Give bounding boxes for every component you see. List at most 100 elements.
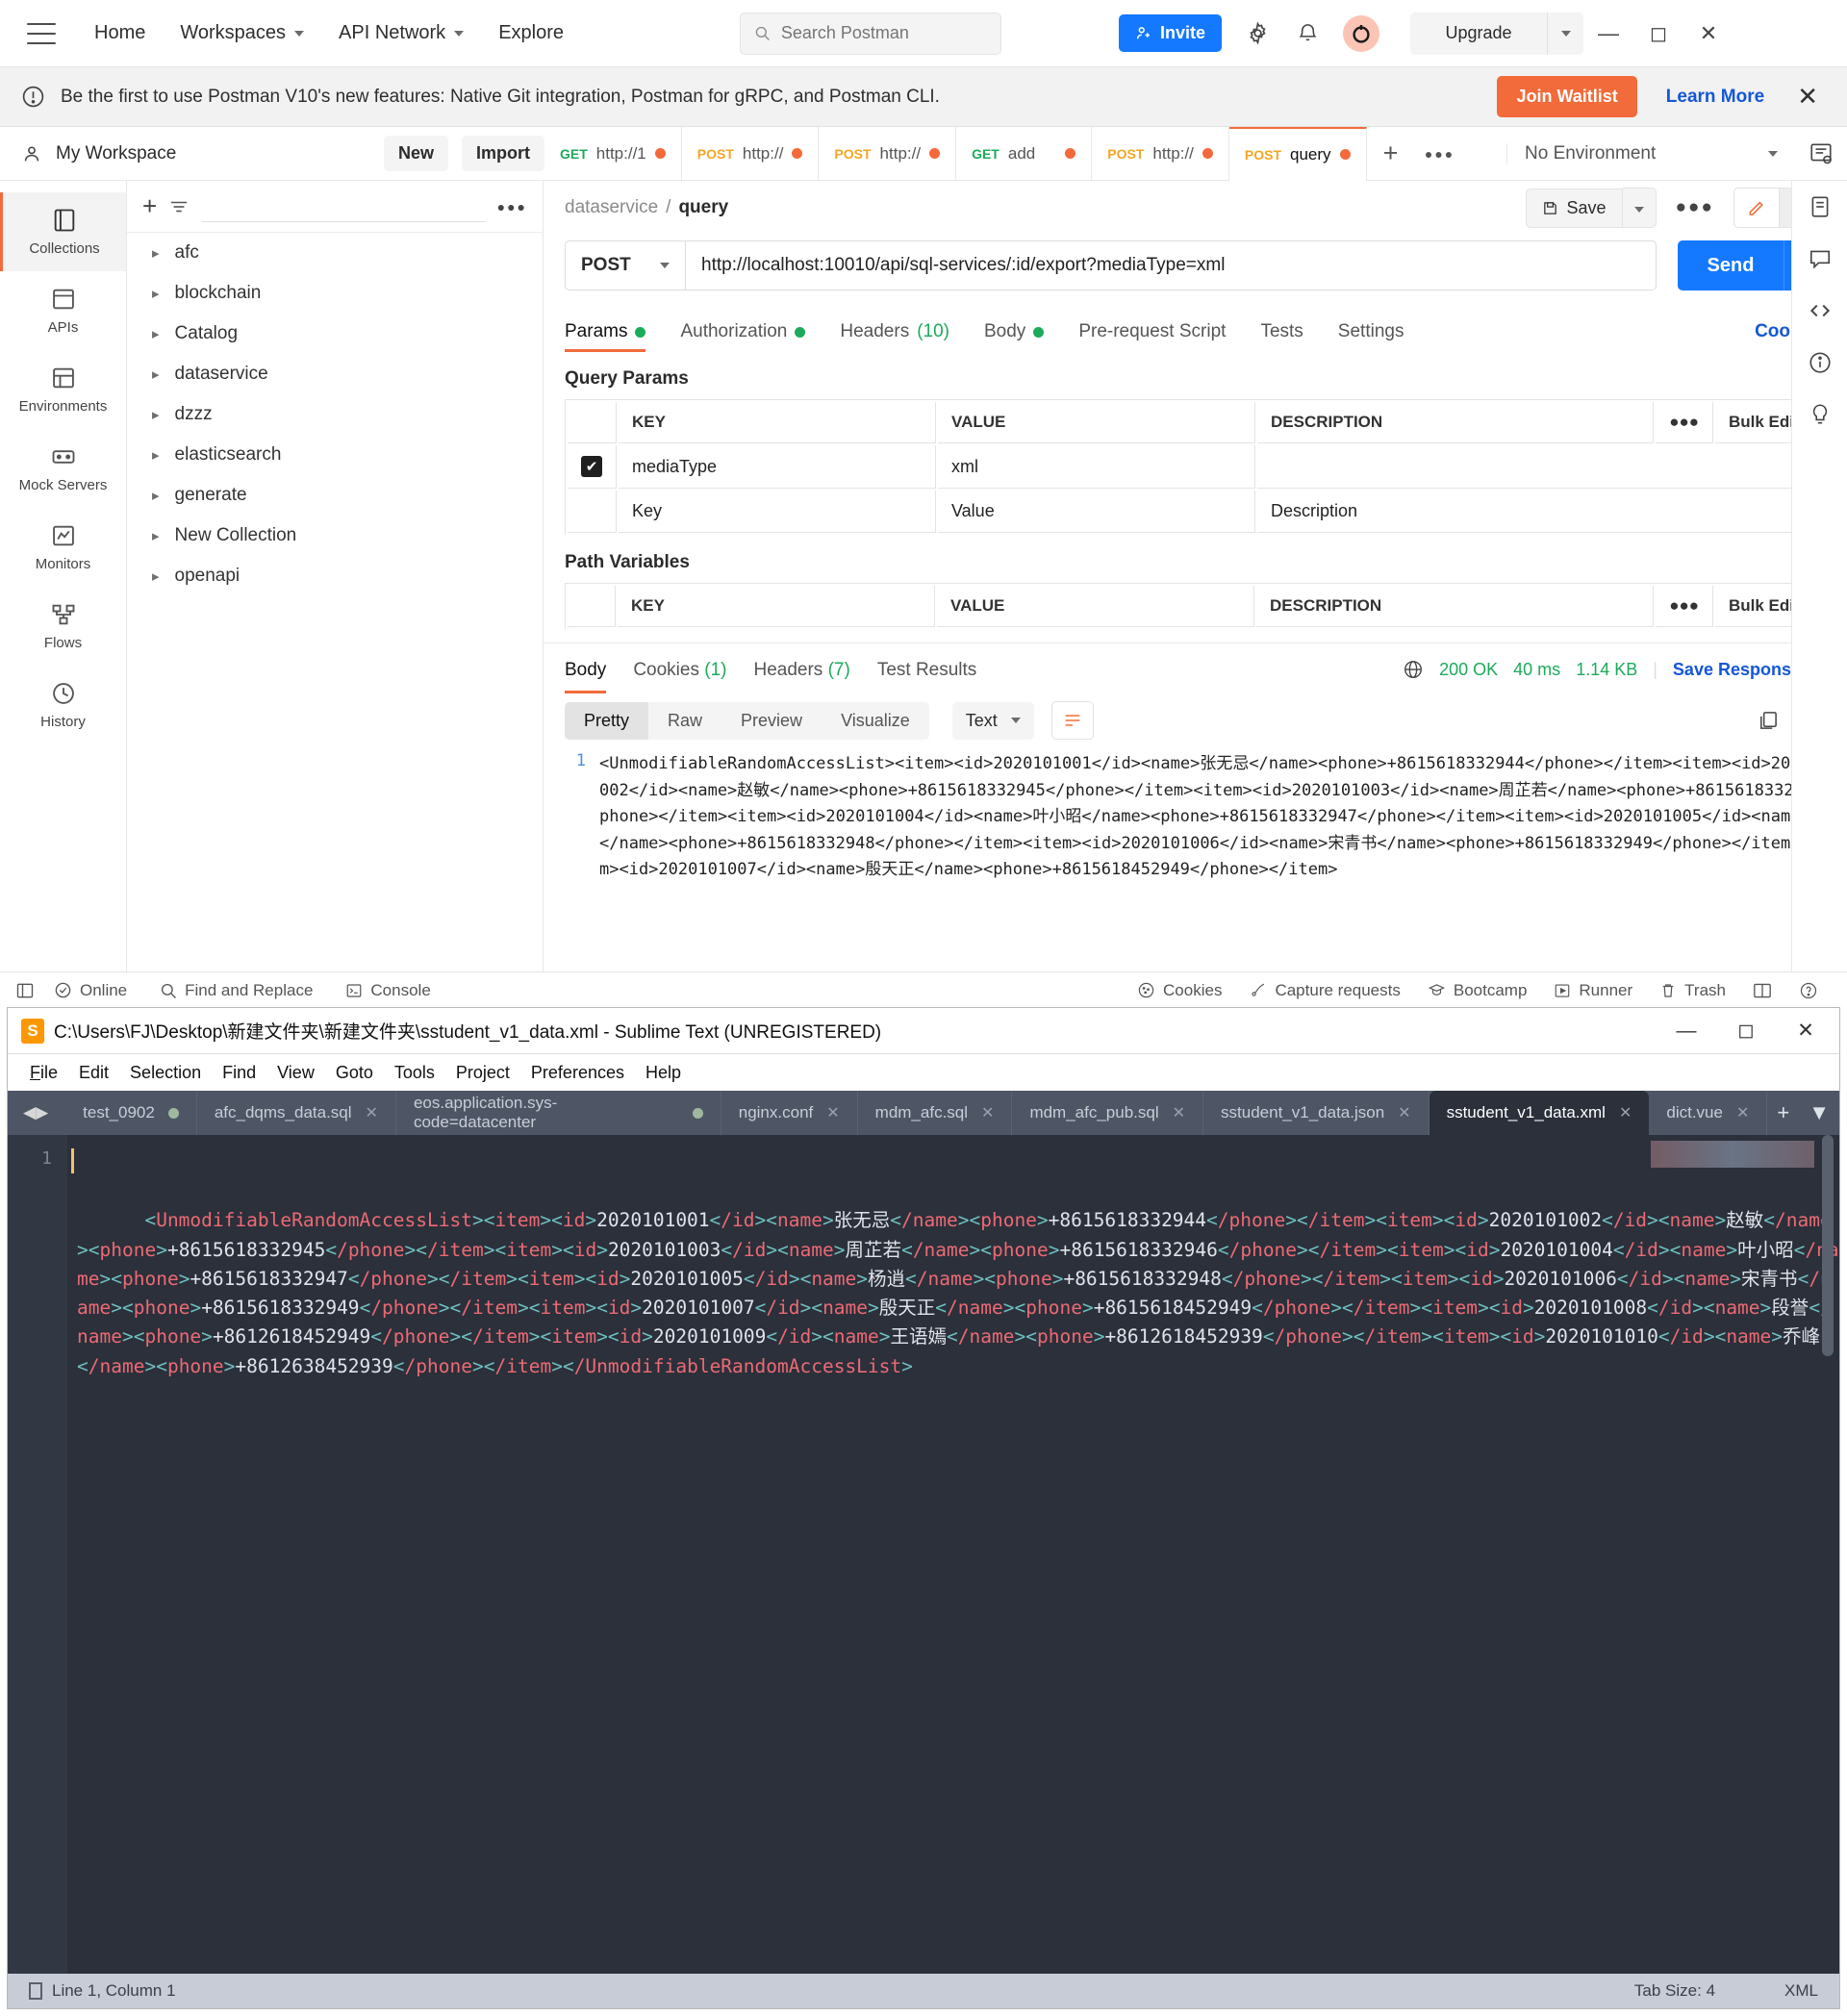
- tab-list-dropdown-icon[interactable]: ▼: [1799, 1100, 1839, 1125]
- nav-item-explore[interactable]: Explore: [481, 14, 581, 52]
- param-description-cell[interactable]: [1257, 445, 1823, 489]
- menu-help[interactable]: Help: [635, 1060, 692, 1086]
- param-description-placeholder[interactable]: Description: [1257, 491, 1823, 533]
- tab-authorization[interactable]: Authorization: [680, 312, 806, 351]
- row-checkbox[interactable]: ✔: [568, 445, 617, 489]
- sublime-editor[interactable]: 1 <UnmodifiableRandomAccessList><item><i…: [8, 1135, 1839, 1974]
- console-button[interactable]: Console: [332, 981, 443, 1000]
- request-tab[interactable]: GET http://1: [544, 126, 682, 181]
- menu-view[interactable]: View: [266, 1060, 325, 1086]
- response-tab-headers[interactable]: Headers (7): [753, 646, 849, 693]
- find-and-replace-button[interactable]: Find and Replace: [146, 981, 326, 1000]
- code-snippet-icon[interactable]: [1808, 298, 1833, 323]
- close-icon[interactable]: ✕: [826, 1103, 839, 1122]
- close-icon[interactable]: ✕: [981, 1103, 994, 1122]
- table-options-icon[interactable]: ●●●: [1656, 586, 1713, 627]
- cookies-button[interactable]: Cookies: [1124, 981, 1235, 1000]
- syntax-label[interactable]: XML: [1784, 1981, 1818, 2001]
- menu-project[interactable]: Project: [445, 1060, 520, 1086]
- nav-item-home[interactable]: Home: [77, 14, 163, 52]
- menu-tools[interactable]: Tools: [384, 1060, 445, 1086]
- view-mode-pretty[interactable]: Pretty: [565, 701, 649, 740]
- hamburger-icon[interactable]: [27, 22, 56, 44]
- window-maximize-button[interactable]: ◻: [1633, 13, 1683, 55]
- sidebar-item-collections[interactable]: Collections: [0, 192, 126, 271]
- new-tab-button[interactable]: +: [1767, 1100, 1799, 1125]
- online-status[interactable]: Online: [40, 981, 140, 1000]
- view-mode-visualize[interactable]: Visualize: [822, 702, 929, 740]
- settings-gear-icon[interactable]: [1243, 19, 1272, 48]
- sublime-maximize-button[interactable]: ◻: [1716, 1008, 1776, 1054]
- bootcamp-button[interactable]: Bootcamp: [1414, 981, 1541, 1000]
- http-method-select[interactable]: POST: [565, 240, 686, 290]
- request-tab[interactable]: POST http://: [682, 126, 820, 181]
- help-icon[interactable]: [1785, 981, 1832, 1000]
- url-input[interactable]: http://localhost:10010/api/sql-services/…: [686, 240, 1657, 290]
- menu-goto[interactable]: Goto: [325, 1060, 384, 1086]
- sublime-close-button[interactable]: ✕: [1776, 1008, 1835, 1054]
- import-button[interactable]: Import: [462, 136, 544, 171]
- sublime-minimize-button[interactable]: —: [1657, 1008, 1716, 1054]
- editor-tab[interactable]: test_0902: [65, 1091, 197, 1135]
- tab-pre-request-script[interactable]: Pre-request Script: [1078, 312, 1226, 351]
- editor-tab[interactable]: eos.application.sys-code=datacenter: [396, 1091, 721, 1135]
- response-tab-body[interactable]: Body: [565, 646, 607, 693]
- table-options-icon[interactable]: ●●●: [1656, 402, 1713, 443]
- editor-tab[interactable]: mdm_afc.sql ✕: [858, 1091, 1013, 1135]
- join-waitlist-button[interactable]: Join Waitlist: [1497, 76, 1637, 117]
- window-close-button[interactable]: ✕: [1683, 13, 1733, 55]
- collection-item-generate[interactable]: ▸ generate: [127, 475, 543, 516]
- environment-selector[interactable]: No Environment: [1506, 142, 1795, 164]
- tab-params[interactable]: Params: [565, 312, 646, 352]
- save-button[interactable]: Save: [1525, 188, 1623, 228]
- filter-icon[interactable]: [168, 198, 190, 215]
- editor-tab[interactable]: afc_dqms_data.sql ✕: [197, 1091, 396, 1135]
- collection-item-catalog[interactable]: ▸ Catalog: [127, 314, 543, 354]
- tab-scroll-arrows[interactable]: ◀▶: [15, 1103, 65, 1122]
- lightbulb-icon[interactable]: [1808, 402, 1833, 427]
- environment-quick-look-icon[interactable]: [1795, 141, 1847, 166]
- response-format-select[interactable]: Text: [951, 701, 1034, 740]
- response-body-viewer[interactable]: 1 <UnmodifiableRandomAccessList><item><i…: [544, 745, 1847, 1008]
- sidebar-toggle-icon[interactable]: [15, 981, 35, 1000]
- response-tab-cookies[interactable]: Cookies (1): [633, 646, 726, 693]
- request-tab[interactable]: GET add: [956, 126, 1093, 181]
- user-avatar[interactable]: [1343, 14, 1380, 52]
- collection-item-afc[interactable]: ▸ afc: [127, 233, 543, 273]
- editor-tab-active[interactable]: sstudent_v1_data.xml ✕: [1429, 1091, 1650, 1135]
- close-icon[interactable]: ✕: [1736, 1103, 1749, 1122]
- close-icon[interactable]: ✕: [366, 1103, 378, 1122]
- param-key-placeholder[interactable]: Key: [619, 491, 936, 533]
- new-button[interactable]: New: [383, 136, 448, 171]
- trash-button[interactable]: Trash: [1646, 981, 1739, 1000]
- copy-icon[interactable]: [1757, 710, 1779, 732]
- request-more-options-icon[interactable]: ●●●: [1657, 197, 1733, 218]
- collection-item-openapi[interactable]: ▸ openapi: [127, 556, 543, 596]
- send-button[interactable]: Send: [1678, 240, 1784, 290]
- documentation-icon[interactable]: [1808, 194, 1833, 219]
- sidebar-item-history[interactable]: History: [0, 666, 126, 744]
- new-tab-button[interactable]: +: [1367, 127, 1415, 181]
- param-value-placeholder[interactable]: Value: [938, 491, 1255, 533]
- collection-item-elasticsearch[interactable]: ▸ elasticsearch: [127, 435, 543, 475]
- editor-tab[interactable]: mdm_afc_pub.sql ✕: [1012, 1091, 1204, 1135]
- notification-bell-icon[interactable]: [1293, 19, 1322, 48]
- editor-vertical-scrollbar[interactable]: [1822, 1135, 1834, 1356]
- collection-item-dzzz[interactable]: ▸ dzzz: [127, 394, 543, 435]
- window-minimize-button[interactable]: —: [1583, 13, 1633, 55]
- edit-pencil-icon[interactable]: [1733, 188, 1780, 228]
- close-icon[interactable]: ✕: [1173, 1103, 1185, 1122]
- editor-content[interactable]: <UnmodifiableRandomAccessList><item><id>…: [67, 1135, 1839, 1974]
- close-icon[interactable]: ✕: [1398, 1103, 1410, 1122]
- sidebar-item-mock-servers[interactable]: Mock Servers: [0, 429, 126, 508]
- request-tab[interactable]: POST http://: [819, 126, 957, 181]
- collection-item-dataservice[interactable]: ▸ dataservice: [127, 354, 543, 394]
- request-tab-active[interactable]: POST query: [1228, 126, 1367, 181]
- view-mode-preview[interactable]: Preview: [721, 702, 822, 740]
- add-collection-icon[interactable]: +: [142, 191, 157, 221]
- capture-requests-button[interactable]: Capture requests: [1235, 981, 1413, 1000]
- collection-item-blockchain[interactable]: ▸ blockchain: [127, 273, 543, 314]
- tab-headers[interactable]: Headers (10): [840, 312, 949, 351]
- close-icon[interactable]: ✕: [1619, 1103, 1632, 1122]
- global-search-box[interactable]: [740, 12, 1001, 55]
